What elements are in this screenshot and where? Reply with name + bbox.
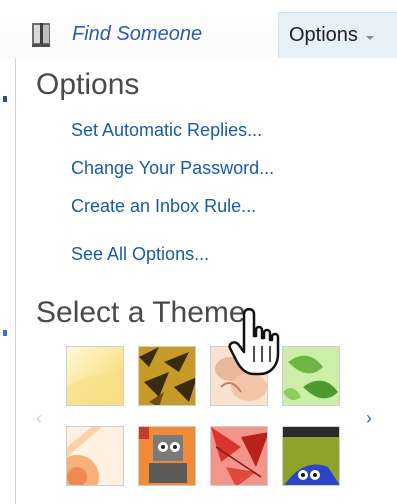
tiger-theme-image bbox=[139, 347, 195, 405]
see-all-options-link[interactable]: See All Options... bbox=[71, 244, 209, 265]
sunshine-theme-image bbox=[67, 347, 123, 405]
options-dropdown-panel: Options Set Automatic Replies... Change … bbox=[15, 58, 397, 504]
autumn-theme-image bbox=[211, 427, 267, 485]
outlook-options-menu: Find Someone Options Options Set Automat… bbox=[0, 0, 397, 504]
hand-pointer-cursor-icon bbox=[228, 307, 280, 376]
monster-theme-image bbox=[283, 427, 339, 485]
set-automatic-replies-link[interactable]: Set Automatic Replies... bbox=[71, 120, 262, 141]
theme-prev-arrow[interactable]: ‹ bbox=[36, 409, 42, 427]
theme-thumbnail-robot[interactable] bbox=[138, 426, 196, 486]
options-heading: Options bbox=[36, 68, 140, 101]
theme-thumbnail-autumn[interactable] bbox=[210, 426, 268, 486]
theme-thumbnail-sunset[interactable] bbox=[66, 426, 124, 486]
select-theme-heading: Select a Theme bbox=[36, 296, 246, 329]
options-menu-tab[interactable]: Options bbox=[278, 12, 397, 58]
theme-next-arrow[interactable]: › bbox=[366, 409, 372, 427]
address-book-icon bbox=[32, 23, 50, 47]
find-someone-link[interactable]: Find Someone bbox=[30, 18, 202, 50]
background-edge-mark bbox=[3, 330, 7, 336]
create-inbox-rule-link[interactable]: Create an Inbox Rule... bbox=[71, 196, 256, 217]
background-edge-mark bbox=[3, 96, 7, 102]
theme-thumbnail-leaves[interactable] bbox=[282, 346, 340, 406]
leaves-theme-image bbox=[283, 347, 339, 405]
change-password-link[interactable]: Change Your Password... bbox=[71, 158, 274, 179]
find-someone-label: Find Someone bbox=[72, 22, 203, 45]
options-tab-label: Options bbox=[289, 24, 358, 46]
sunset-theme-image bbox=[67, 427, 123, 485]
chevron-down-icon bbox=[365, 35, 374, 40]
top-bar: Find Someone Options bbox=[0, 0, 397, 58]
theme-thumbnail-tiger[interactable] bbox=[138, 346, 196, 406]
theme-thumbnail-monster[interactable] bbox=[282, 426, 340, 486]
robot-theme-image bbox=[139, 427, 195, 485]
theme-thumbnail-sunshine[interactable] bbox=[66, 346, 124, 406]
